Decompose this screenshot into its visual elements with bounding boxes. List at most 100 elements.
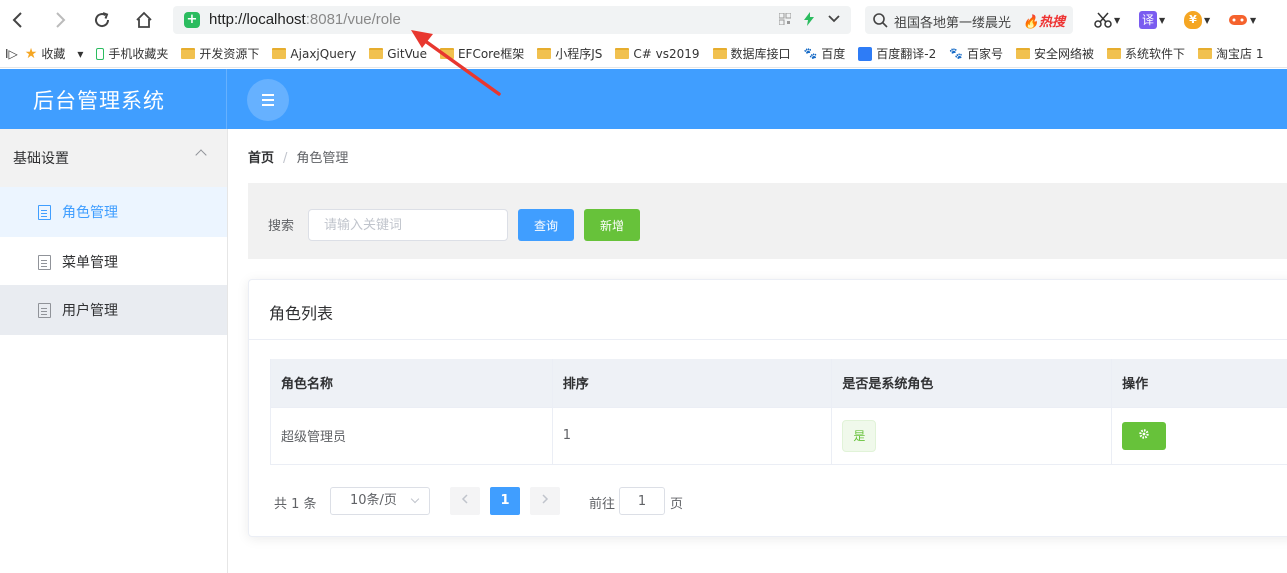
yuan-shield-icon: ¥ bbox=[1184, 11, 1202, 29]
cut-extension[interactable]: ▼ bbox=[1094, 8, 1120, 32]
scissors-icon bbox=[1094, 12, 1112, 28]
game-extension[interactable]: ▼ bbox=[1228, 8, 1256, 32]
document-icon bbox=[38, 204, 51, 220]
bookmark-label: 数据库接口 bbox=[730, 47, 791, 61]
sidebar-item-menu[interactable]: 菜单管理 bbox=[0, 237, 227, 287]
cell-order: 1 bbox=[552, 407, 833, 465]
forward-button[interactable] bbox=[48, 8, 72, 32]
chevron-up-icon bbox=[195, 149, 207, 161]
gamepad-icon bbox=[1229, 15, 1247, 25]
prev-page-button[interactable] bbox=[450, 487, 480, 515]
chevron-right-icon bbox=[542, 494, 549, 504]
column-header-is-system: 是否是系统角色 bbox=[831, 359, 1113, 408]
lightning-icon[interactable] bbox=[803, 12, 815, 26]
breadcrumb: 首页 / 角色管理 bbox=[248, 147, 348, 166]
sidebar-item-label: 角色管理 bbox=[62, 205, 118, 221]
address-bar[interactable]: + http://localhost:8081/vue/role bbox=[173, 6, 851, 34]
table-header-row: 角色名称 排序 是否是系统角色 操作 bbox=[270, 359, 1287, 408]
cell-is-system: 是 bbox=[831, 407, 1113, 465]
search-suggestion-text: 祖国各地第一缕晨光 bbox=[894, 16, 1012, 31]
bookmark-item[interactable]: 数据库接口 bbox=[712, 45, 791, 62]
price-extension[interactable]: ¥ ▼ bbox=[1184, 8, 1210, 32]
gear-icon bbox=[1139, 428, 1149, 439]
back-button[interactable] bbox=[6, 8, 30, 32]
forward-arrow-icon bbox=[56, 12, 66, 28]
query-button[interactable]: 查询 bbox=[518, 209, 574, 241]
bookmark-item[interactable]: 🐾 百度 bbox=[804, 45, 846, 62]
breadcrumb-separator: / bbox=[283, 151, 288, 166]
bookmark-item[interactable]: 手机收藏夹 bbox=[96, 45, 168, 62]
chevron-down-icon[interactable] bbox=[827, 14, 841, 24]
column-header-order: 排序 bbox=[552, 359, 833, 408]
role-list-card: 角色列表 角色名称 排序 是否是系统角色 操作 超级管理员 1 是 共 1 条 … bbox=[248, 279, 1287, 537]
search-input[interactable] bbox=[308, 209, 508, 241]
bookmark-label: 百度翻译-2 bbox=[876, 47, 937, 61]
bookmark-item[interactable]: 百度翻译-2 bbox=[858, 45, 936, 62]
security-shield-icon: + bbox=[184, 12, 200, 28]
annotation-arrow bbox=[411, 30, 501, 96]
submenu-basic-settings[interactable]: 基础设置 bbox=[0, 129, 227, 187]
sidebar: 基础设置 角色管理 菜单管理 用户管理 bbox=[0, 129, 228, 573]
menu-toggle-button[interactable] bbox=[247, 79, 289, 121]
search-panel: 搜索 查询 新增 bbox=[248, 183, 1287, 259]
chevron-down-icon bbox=[410, 494, 420, 504]
add-button[interactable]: 新增 bbox=[584, 209, 640, 241]
bookmarks-bar: I▷ ★ 收藏 ▾ 手机收藏夹 开发资源下 AjaxjQuery GitVue EFCore框… bbox=[0, 40, 1287, 68]
table-row: 超级管理员 1 是 bbox=[270, 407, 1287, 465]
bookmark-label: 小程序JS bbox=[555, 47, 603, 61]
folder-icon bbox=[615, 48, 630, 59]
home-button[interactable] bbox=[132, 8, 156, 32]
page-size-value: 10条/页 bbox=[350, 493, 397, 508]
address-bar-icons bbox=[779, 12, 841, 26]
caret-down-icon: ▼ bbox=[1114, 15, 1121, 25]
url-text[interactable]: http://localhost:8081/vue/role bbox=[209, 11, 401, 28]
folder-icon bbox=[181, 48, 196, 59]
paw-icon: 🐾 bbox=[803, 47, 818, 60]
bookmark-item[interactable]: AjaxjQuery bbox=[272, 47, 356, 61]
bookmark-label: 淘宝店 1 bbox=[1216, 47, 1264, 61]
star-icon: ★ bbox=[24, 45, 38, 62]
bookmark-item[interactable]: 开发资源下 bbox=[181, 45, 259, 62]
qr-code-icon[interactable] bbox=[779, 13, 791, 25]
sidebar-toggle-icon[interactable]: I▷ bbox=[5, 47, 18, 61]
settings-button[interactable] bbox=[1122, 421, 1167, 450]
home-icon bbox=[136, 11, 152, 28]
chevron-left-icon bbox=[461, 494, 468, 504]
system-role-tag: 是 bbox=[842, 419, 877, 452]
reload-button[interactable] bbox=[90, 8, 114, 32]
reload-icon bbox=[95, 12, 110, 28]
translate-extension[interactable]: 译 ▼ bbox=[1139, 8, 1165, 32]
sidebar-item-label: 用户管理 bbox=[62, 303, 118, 319]
hot-search-badge: 🔥热搜 bbox=[1022, 15, 1065, 30]
bookmark-label: 开发资源下 bbox=[199, 47, 260, 61]
bookmark-label: 百家号 bbox=[966, 47, 1003, 61]
bookmark-item[interactable]: 系统软件下 bbox=[1106, 45, 1185, 62]
goto-page-unit: 页 bbox=[670, 497, 684, 512]
sidebar-item-user[interactable]: 用户管理 bbox=[0, 285, 227, 335]
folder-icon bbox=[272, 48, 287, 59]
bookmark-item[interactable]: 安全网络被 bbox=[1015, 45, 1094, 62]
url-path: :8081/vue/role bbox=[305, 11, 401, 28]
bookmark-label: AjaxjQuery bbox=[290, 46, 357, 61]
page-size-select[interactable]: 10条/页 bbox=[330, 487, 430, 515]
search-label: 搜索 bbox=[268, 219, 295, 234]
caret-down-icon: ▼ bbox=[1204, 15, 1211, 25]
hamburger-icon-bar bbox=[262, 104, 274, 106]
bookmark-item[interactable]: 小程序JS bbox=[537, 45, 602, 62]
document-icon bbox=[38, 254, 51, 270]
page-number-1[interactable]: 1 bbox=[490, 487, 520, 515]
app-title: 后台管理系统 bbox=[33, 89, 165, 113]
bookmark-item[interactable]: C# vs2019 bbox=[615, 47, 700, 61]
folder-icon bbox=[712, 48, 727, 59]
sidebar-item-role[interactable]: 角色管理 bbox=[0, 187, 227, 237]
bookmark-item[interactable]: 🐾 百家号 bbox=[949, 45, 1003, 62]
bookmark-item[interactable]: ★ 收藏 ▾ bbox=[25, 45, 84, 62]
back-arrow-icon bbox=[12, 12, 22, 28]
breadcrumb-home[interactable]: 首页 bbox=[248, 151, 274, 166]
column-header-role-name: 角色名称 bbox=[270, 359, 553, 408]
translate-icon: 译 bbox=[1139, 11, 1157, 29]
browser-search-box[interactable]: 祖国各地第一缕晨光 🔥热搜 bbox=[865, 6, 1073, 34]
bookmark-item[interactable]: 淘宝店 1 bbox=[1198, 45, 1263, 62]
next-page-button[interactable] bbox=[530, 487, 560, 515]
goto-page-input[interactable] bbox=[619, 487, 665, 515]
